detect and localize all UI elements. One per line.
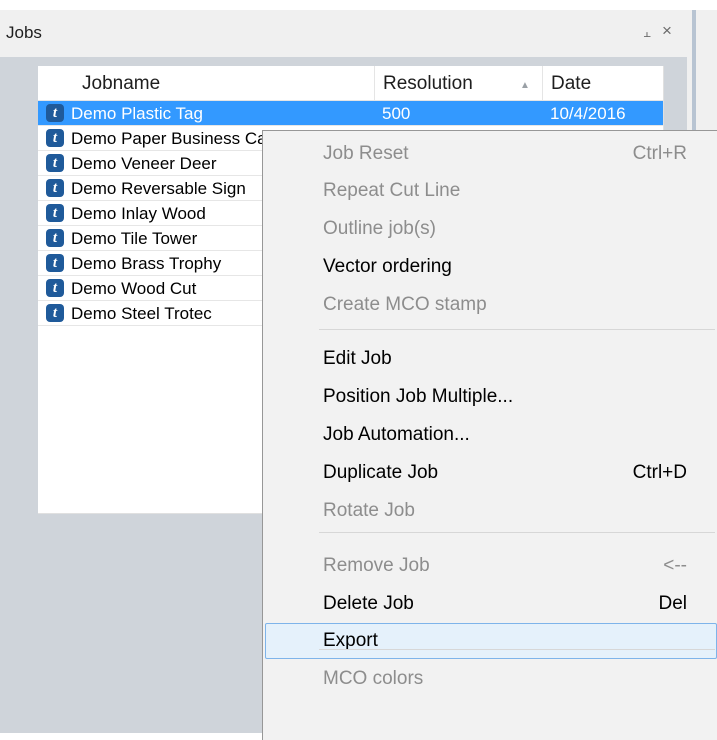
menu-item-label: Edit Job bbox=[323, 348, 392, 369]
menu-item-mco-colors[interactable]: MCO colors bbox=[265, 661, 717, 697]
menu-item-position-job-multiple[interactable]: Position Job Multiple... bbox=[265, 379, 717, 415]
job-name-cell: Demo Wood Cut bbox=[71, 279, 197, 298]
trotec-t-icon: t bbox=[46, 279, 64, 297]
menu-item-duplicate-job[interactable]: Duplicate Job Ctrl+D bbox=[265, 455, 717, 491]
menu-separator bbox=[319, 532, 715, 533]
menu-item-job-automation[interactable]: Job Automation... bbox=[265, 417, 717, 453]
menu-item-remove-job[interactable]: Remove Job <-- bbox=[265, 548, 717, 584]
menu-item-label: Delete Job bbox=[323, 593, 414, 614]
menu-item-export[interactable]: Export bbox=[265, 623, 717, 659]
job-name-cell: Demo Brass Trophy bbox=[71, 254, 222, 273]
column-header-jobname[interactable]: Jobname bbox=[82, 73, 160, 95]
menu-separator bbox=[319, 329, 715, 330]
menu-item-label: Remove Job bbox=[323, 555, 430, 576]
menu-item-repeat-cut-line[interactable]: Repeat Cut Line bbox=[265, 173, 717, 209]
menu-item-create-mco-stamp[interactable]: Create MCO stamp bbox=[265, 287, 717, 323]
menu-item-label: Rotate Job bbox=[323, 500, 415, 521]
menu-separator bbox=[319, 649, 715, 650]
menu-item-label: Create MCO stamp bbox=[323, 294, 487, 315]
menu-item-label: Job Automation... bbox=[323, 424, 470, 445]
trotec-t-icon: t bbox=[46, 204, 64, 222]
menu-item-shortcut: Ctrl+D bbox=[632, 462, 687, 483]
job-name-cell: Demo Inlay Wood bbox=[71, 204, 206, 223]
context-menu: Job Reset Ctrl+R Repeat Cut Line Outline jo… bbox=[262, 130, 717, 740]
job-name-cell: Demo Reversable Sign bbox=[71, 179, 246, 198]
menu-item-label: Job Reset bbox=[323, 143, 409, 164]
menu-item-shortcut: <-- bbox=[663, 555, 687, 576]
menu-item-label: Position Job Multiple... bbox=[323, 386, 514, 407]
list-header: Jobname Resolution ▲ Date bbox=[38, 66, 663, 101]
column-divider[interactable] bbox=[374, 66, 375, 100]
trotec-t-icon: t bbox=[46, 229, 64, 247]
menu-item-outline-job-s[interactable]: Outline job(s) bbox=[265, 211, 717, 247]
menu-item-label: Outline job(s) bbox=[323, 218, 436, 239]
job-name-cell: Demo Veneer Deer bbox=[71, 154, 217, 173]
trotec-t-icon: t bbox=[46, 129, 64, 147]
job-name-cell: Demo Paper Business Card bbox=[71, 129, 282, 148]
close-icon[interactable]: × bbox=[662, 21, 672, 41]
menu-item-rotate-job[interactable]: Rotate Job bbox=[265, 493, 717, 529]
job-name-cell: Demo Plastic Tag bbox=[71, 104, 203, 123]
menu-item-shortcut: Del bbox=[658, 593, 687, 614]
menu-item-delete-job[interactable]: Delete Job Del bbox=[265, 586, 717, 622]
menu-item-job-reset[interactable]: Job Reset Ctrl+R bbox=[265, 136, 717, 172]
menu-item-shortcut: Ctrl+R bbox=[632, 143, 687, 164]
column-divider[interactable] bbox=[542, 66, 543, 100]
trotec-t-icon: t bbox=[46, 154, 64, 172]
menu-item-edit-job[interactable]: Edit Job bbox=[265, 341, 717, 377]
menu-item-label: Repeat Cut Line bbox=[323, 180, 461, 201]
pin-icon[interactable]: ⫠ bbox=[643, 25, 651, 41]
column-header-date[interactable]: Date bbox=[551, 73, 591, 95]
sort-ascending-icon: ▲ bbox=[520, 80, 530, 91]
job-name-cell: Demo Steel Trotec bbox=[71, 304, 212, 323]
job-resolution-cell: 500 bbox=[382, 104, 411, 123]
table-row[interactable]: t Demo Plastic Tag 500 10/4/2016 bbox=[38, 101, 663, 126]
column-header-resolution[interactable]: Resolution bbox=[383, 73, 473, 95]
trotec-t-icon: t bbox=[46, 304, 64, 322]
menu-item-vector-ordering[interactable]: Vector ordering bbox=[265, 249, 717, 285]
panel-title-bar: Jobs ⫠ × bbox=[0, 10, 687, 57]
panel-title: Jobs bbox=[6, 23, 42, 42]
job-date-cell: 10/4/2016 bbox=[550, 104, 626, 123]
menu-item-label: Vector ordering bbox=[323, 256, 452, 277]
job-name-cell: Demo Tile Tower bbox=[71, 229, 198, 248]
menu-item-label: Duplicate Job bbox=[323, 462, 439, 483]
menu-item-label: MCO colors bbox=[323, 668, 424, 689]
trotec-t-icon: t bbox=[46, 179, 64, 197]
trotec-t-icon: t bbox=[46, 254, 64, 272]
trotec-t-icon: t bbox=[46, 104, 64, 122]
